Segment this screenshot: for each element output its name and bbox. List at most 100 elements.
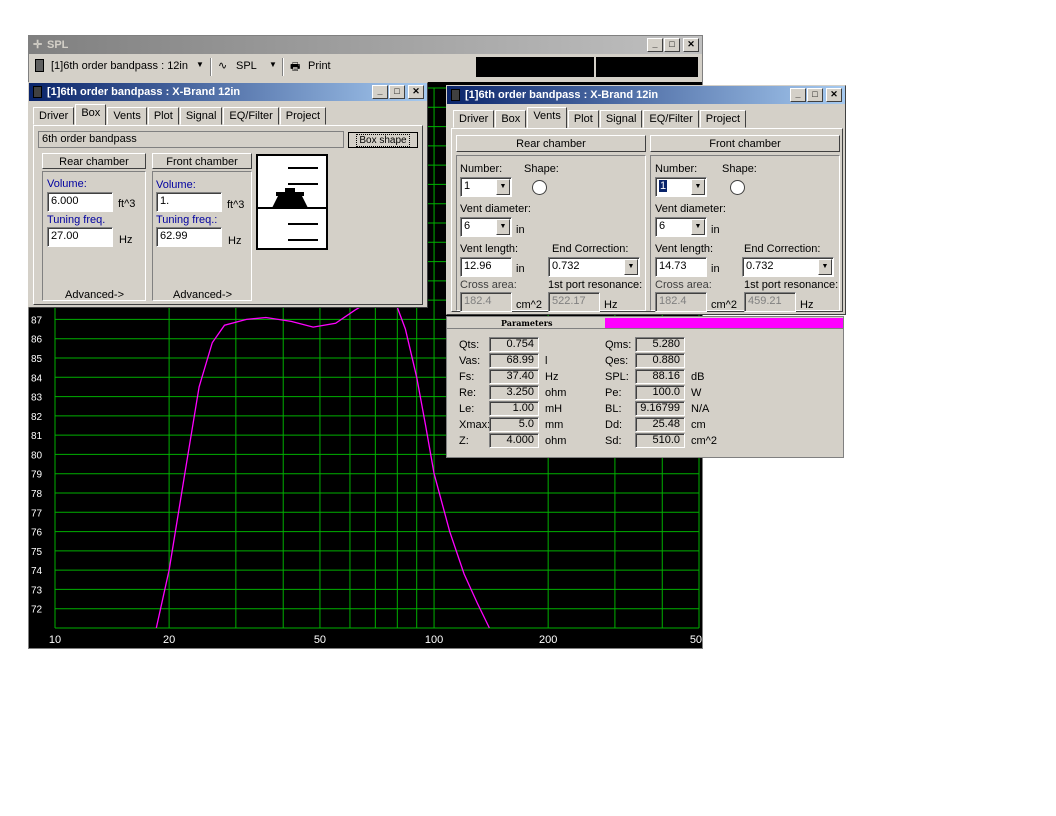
param-unit: ohm: [545, 387, 567, 399]
param-label: Xmax:: [459, 419, 491, 431]
minimize-button[interactable]: _: [647, 38, 663, 52]
front-cross-field: 182.4: [655, 292, 707, 312]
rear-length-input[interactable]: 12.96: [460, 257, 512, 277]
spl-toolbar: [1]6th order bandpass : 12in ▼ ∿ SPL ▼ 🖶…: [29, 56, 702, 78]
front-diameter-select[interactable]: 6 ▼: [655, 217, 707, 237]
toolbar-separator: [210, 58, 212, 76]
vents-titlebar[interactable]: [1]6th order bandpass : X-Brand 12in _ □…: [447, 86, 845, 104]
rear-volume-label: Volume:: [47, 178, 87, 190]
param-unit: dB: [691, 371, 705, 383]
tab-plot[interactable]: Plot: [567, 110, 599, 128]
maximize-button[interactable]: □: [664, 38, 680, 52]
front-tuning-unit: Hz: [228, 235, 242, 247]
round-shape-icon[interactable]: [532, 180, 547, 195]
spl-titlebar[interactable]: ✛ SPL _ □ ✕: [29, 36, 702, 54]
rear-tuning-input[interactable]: 27.00: [47, 227, 113, 247]
rear-endcorr-value: 0.732: [552, 260, 580, 272]
rear-endcorr-label: End Correction:: [552, 243, 629, 255]
front-volume-unit: ft^3: [227, 199, 245, 211]
param-label: Qts:: [459, 339, 480, 351]
dropdown-arrow-icon[interactable]: ▼: [624, 259, 638, 275]
param-label: Fs:: [459, 371, 475, 383]
tab-eq-filter[interactable]: EQ/Filter: [643, 110, 699, 128]
front-advanced-link[interactable]: Advanced->: [173, 289, 232, 301]
param-value: 5.280: [635, 337, 685, 352]
rear-chamber-header[interactable]: Rear chamber: [456, 135, 646, 152]
view-selector[interactable]: SPL: [236, 60, 257, 72]
param-unit: ohm: [545, 435, 567, 447]
tab-project[interactable]: Project: [279, 107, 327, 125]
front-tuning-input[interactable]: 62.99: [156, 227, 222, 247]
dropdown-arrow-icon[interactable]: ▼: [496, 219, 510, 235]
rear-advanced-link[interactable]: Advanced->: [65, 289, 124, 301]
front-volume-input[interactable]: 1.: [156, 192, 222, 212]
param-value: 100.0: [635, 385, 685, 400]
tab-vents[interactable]: Vents: [107, 107, 147, 125]
dropdown-arrow-icon[interactable]: ▼: [691, 179, 705, 195]
param-value: 510.0: [635, 433, 685, 448]
rear-cross-unit: cm^2: [516, 299, 542, 311]
close-button[interactable]: ✕: [683, 38, 699, 52]
box-shape-button[interactable]: Box shape: [348, 132, 418, 148]
rear-resonance-unit: Hz: [604, 299, 618, 311]
box-titlebar[interactable]: [1]6th order bandpass : X-Brand 12in _ □…: [29, 83, 427, 101]
param-label: Pe:: [605, 387, 622, 399]
param-label: Dd:: [605, 419, 623, 431]
dropdown-arrow-icon[interactable]: ▼: [691, 219, 705, 235]
y-tick-label: 83: [31, 393, 43, 404]
y-tick-label: 82: [31, 412, 43, 423]
y-tick-label: 77: [31, 508, 43, 519]
front-chamber-header[interactable]: Front chamber: [650, 135, 840, 152]
tab-vents[interactable]: Vents: [527, 107, 567, 128]
rear-chamber-header[interactable]: Rear chamber: [42, 153, 146, 169]
tab-driver[interactable]: Driver: [33, 107, 75, 125]
box-type-field[interactable]: 6th order bandpass: [38, 131, 344, 148]
rear-diameter-unit: in: [516, 224, 525, 236]
minimize-button[interactable]: _: [790, 88, 806, 102]
rear-volume-input[interactable]: 6.000: [47, 192, 113, 212]
tab-signal[interactable]: Signal: [599, 110, 643, 128]
tab-plot[interactable]: Plot: [147, 107, 179, 125]
rear-endcorr-select[interactable]: 0.732 ▼: [548, 257, 640, 277]
tab-box[interactable]: Box: [495, 110, 527, 128]
front-number-select[interactable]: 1 ▼: [655, 177, 707, 197]
view-dropdown-arrow-icon[interactable]: ▼: [269, 60, 277, 69]
crosshair-icon: ✛: [33, 39, 43, 51]
tab-driver[interactable]: Driver: [453, 110, 495, 128]
round-shape-icon[interactable]: [730, 180, 745, 195]
front-length-input[interactable]: 14.73: [655, 257, 707, 277]
tab-signal[interactable]: Signal: [179, 107, 223, 125]
maximize-button[interactable]: □: [807, 88, 823, 102]
param-unit: mH: [545, 403, 563, 415]
project-selector[interactable]: [1]6th order bandpass : 12in: [51, 60, 188, 72]
dropdown-arrow-icon[interactable]: ▼: [818, 259, 832, 275]
close-button[interactable]: ✕: [408, 85, 424, 99]
param-label: Qms:: [605, 339, 632, 351]
front-shape-label: Shape:: [722, 163, 757, 175]
rear-diameter-value: 6: [464, 220, 471, 232]
front-diameter-label: Vent diameter:: [655, 203, 726, 215]
y-tick-label: 73: [31, 585, 43, 596]
maximize-button[interactable]: □: [389, 85, 405, 99]
param-unit: cm: [691, 419, 706, 431]
front-diameter-value: 6: [659, 220, 666, 232]
rear-tuning-label: Tuning freq.: [47, 214, 106, 226]
speaker-diagram-svg: [258, 167, 326, 241]
parameters-titlebar[interactable]: Parameters: [447, 317, 843, 329]
front-volume-label: Volume:: [156, 179, 196, 191]
dropdown-arrow-icon[interactable]: ▼: [496, 179, 510, 195]
tab-eq-filter[interactable]: EQ/Filter: [223, 107, 279, 125]
rear-cross-label: Cross area:: [460, 279, 517, 291]
rear-diameter-select[interactable]: 6 ▼: [460, 217, 512, 237]
tab-box[interactable]: Box: [75, 104, 107, 125]
rear-number-select[interactable]: 1 ▼: [460, 177, 512, 197]
front-chamber-header[interactable]: Front chamber: [152, 153, 252, 169]
project-dropdown-arrow-icon[interactable]: ▼: [196, 60, 204, 69]
param-value: 0.754: [489, 337, 539, 352]
document-icon: [35, 59, 44, 72]
front-endcorr-select[interactable]: 0.732 ▼: [742, 257, 834, 277]
print-button[interactable]: Print: [308, 60, 331, 72]
close-button[interactable]: ✕: [826, 88, 842, 102]
minimize-button[interactable]: _: [372, 85, 388, 99]
tab-project[interactable]: Project: [699, 110, 747, 128]
